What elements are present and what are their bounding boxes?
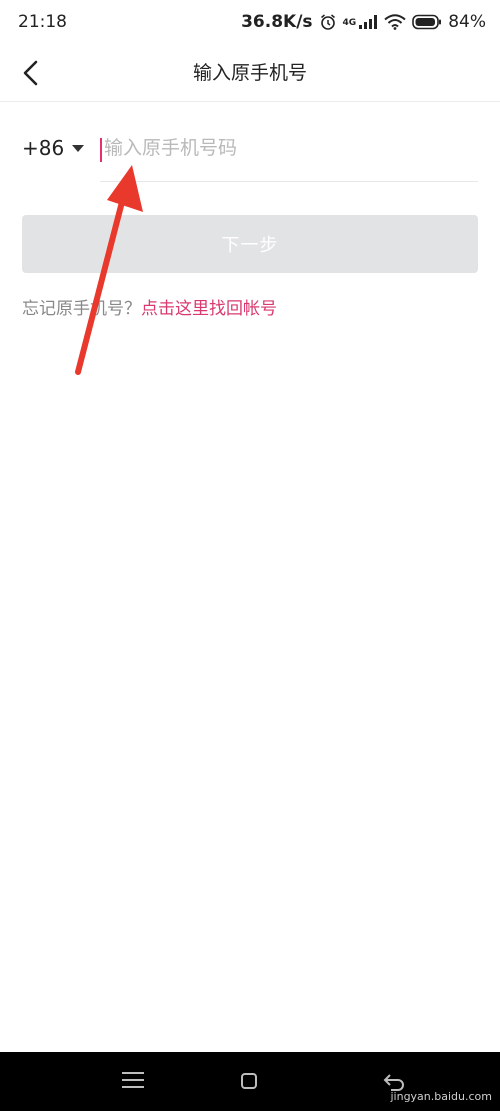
- battery-icon: [412, 14, 442, 30]
- signal-icon: [359, 15, 378, 29]
- phone-input-container: [100, 128, 478, 182]
- wifi-icon: [384, 14, 406, 30]
- page-title: 输入原手机号: [192, 62, 307, 84]
- home-button[interactable]: [241, 1073, 257, 1089]
- status-bar: 21:18 36.8K/s 4G 84%: [0, 0, 500, 44]
- forgot-phone-prompt: 忘记原手机号？: [22, 299, 141, 319]
- caret-down-icon: [72, 144, 85, 152]
- network-speed: 36.8K/s: [241, 12, 313, 32]
- status-indicators: 36.8K/s 4G 84%: [241, 12, 486, 32]
- system-navigation-bar: jingyan.baidu.com: [0, 1052, 500, 1111]
- navigation-bar: 输入原手机号: [0, 44, 500, 102]
- alarm-icon: [320, 14, 335, 30]
- watermark: jingyan.baidu.com: [390, 1090, 492, 1103]
- phone-number-input[interactable]: [104, 128, 474, 168]
- country-code-label: +86: [22, 136, 65, 160]
- battery-level: 84%: [448, 12, 486, 32]
- network-type-label: 4G: [342, 18, 357, 28]
- forgot-phone-line: 忘记原手机号？点击这里找回帐号: [22, 294, 277, 319]
- next-step-button[interactable]: 下一步: [22, 215, 478, 273]
- recover-account-link[interactable]: 点击这里找回帐号: [141, 299, 277, 319]
- text-cursor: [100, 138, 102, 162]
- phone-input-row: +86: [0, 120, 500, 182]
- recent-apps-button[interactable]: [122, 1072, 144, 1093]
- country-code-selector[interactable]: +86: [22, 128, 85, 168]
- status-time: 21:18: [18, 12, 67, 32]
